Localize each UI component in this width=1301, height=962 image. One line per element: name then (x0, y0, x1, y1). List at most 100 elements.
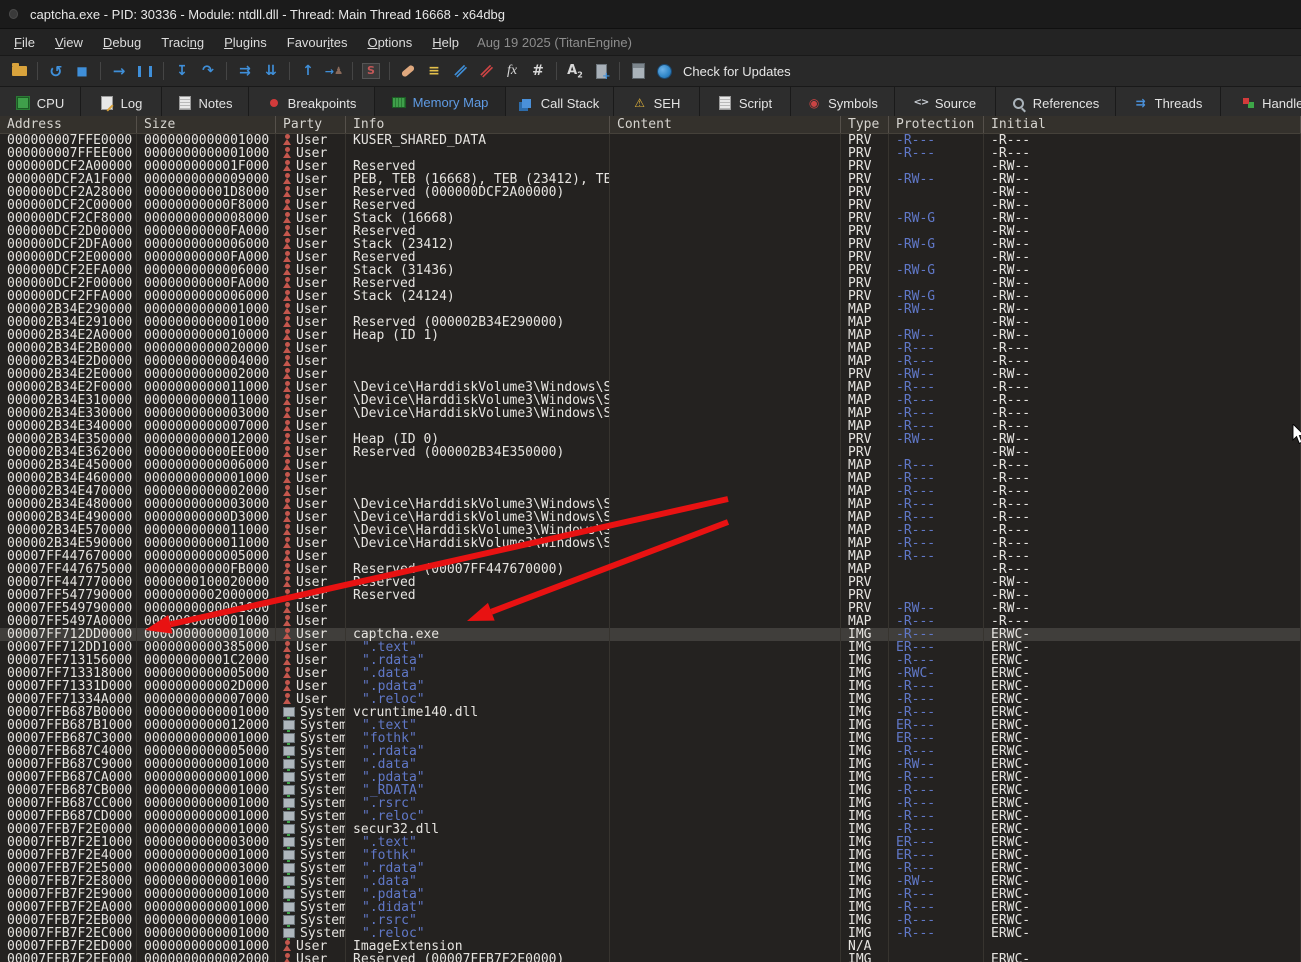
memory-row[interactable]: 000000007FFEE0000000000000001000UserPRV-… (0, 147, 1301, 160)
memory-row[interactable]: 000002B34E2900000000000000001000UserMAP-… (0, 303, 1301, 316)
memory-row[interactable]: 000002B34E3100000000000000011000User\Dev… (0, 394, 1301, 407)
memory-row[interactable]: 00007FF71331D000000000000002D000User".pd… (0, 680, 1301, 693)
memory-row[interactable]: 00007FFB7F2E00000000000000001000Systemse… (0, 823, 1301, 836)
memory-row[interactable]: 000000DCF2D0000000000000000FA000UserRese… (0, 225, 1301, 238)
memory-row[interactable]: 00007FF5497900000000000000001000UserPRV-… (0, 602, 1301, 615)
update-globe-icon[interactable] (652, 60, 676, 82)
tab-handles[interactable]: Handles (1221, 87, 1301, 119)
column-header-info[interactable]: Info (346, 116, 610, 133)
memory-row[interactable]: 00007FFB687C40000000000000005000System".… (0, 745, 1301, 758)
restart-icon[interactable]: ↺ (44, 60, 68, 82)
column-header-initial[interactable]: Initial (984, 116, 1301, 133)
memory-row[interactable]: 00007FFB7F2E90000000000000001000System".… (0, 888, 1301, 901)
memory-row[interactable]: 00007FF5477900000000000002000000UserRese… (0, 589, 1301, 602)
memory-row[interactable]: 000002B34E2A00000000000000010000UserHeap… (0, 329, 1301, 342)
memory-row[interactable]: 00007FFB687C90000000000000001000System".… (0, 758, 1301, 771)
memory-row[interactable]: 00007FFB687B00000000000000001000Systemvc… (0, 706, 1301, 719)
memory-row[interactable]: 000002B34E5900000000000000011000User\Dev… (0, 537, 1301, 550)
memory-row[interactable]: 000002B34E3300000000000000003000User\Dev… (0, 407, 1301, 420)
bookmarks-icon[interactable]: ∥ (474, 60, 498, 82)
memory-row[interactable]: 000002B34E36200000000000000EE000UserRese… (0, 446, 1301, 459)
memory-row[interactable]: 00007FFB687CC0000000000000001000System".… (0, 797, 1301, 810)
menu-view[interactable]: View (45, 32, 93, 53)
memory-row[interactable]: 00007FF71334A0000000000000007000User".re… (0, 693, 1301, 706)
memory-row[interactable]: 00007FFB7F2EC0000000000000001000System".… (0, 927, 1301, 940)
memory-row[interactable]: 00007FFB687CD0000000000000001000System".… (0, 810, 1301, 823)
open-file-icon[interactable] (7, 60, 31, 82)
tab-seh[interactable]: ⚠SEH (614, 87, 700, 119)
memory-row[interactable]: 000000DCF2A00000000000000001F000UserRese… (0, 160, 1301, 173)
memory-row[interactable]: 000002B34E4700000000000000002000UserMAP-… (0, 485, 1301, 498)
memory-row[interactable]: 00007FF5497A00000000000000001000UserMAP-… (0, 615, 1301, 628)
memory-row[interactable]: 00007FFB687CB0000000000000001000System"_… (0, 784, 1301, 797)
check-for-updates-label[interactable]: Check for Updates (683, 64, 791, 79)
column-header-address[interactable]: Address (0, 116, 137, 133)
memory-row[interactable]: 00007FFB687C30000000000000001000System"f… (0, 732, 1301, 745)
column-header-size[interactable]: Size (137, 116, 276, 133)
memory-row[interactable]: 000000DCF2DFA0000000000000006000UserStac… (0, 238, 1301, 251)
memory-row[interactable]: 000002B34E3400000000000000007000UserMAP-… (0, 420, 1301, 433)
memory-row[interactable]: 000002B34E2E00000000000000002000UserPRV-… (0, 368, 1301, 381)
memory-row[interactable]: 00007FFB7F2ED0000000000000001000UserImag… (0, 940, 1301, 953)
memory-row[interactable]: 000002B34E2D00000000000000004000UserMAP-… (0, 355, 1301, 368)
sequence-icon[interactable]: # (526, 60, 550, 82)
menu-favourites[interactable]: Favourites (277, 32, 358, 53)
memory-row[interactable]: 00007FF44767500000000000000FB000UserRese… (0, 563, 1301, 576)
memory-row[interactable]: 000002B34E2B00000000000000020000UserMAP-… (0, 342, 1301, 355)
step-out-icon[interactable]: ⇊ (259, 60, 283, 82)
memory-row[interactable]: 000000DCF2FFA0000000000000006000UserStac… (0, 290, 1301, 303)
memory-row[interactable]: 00007FFB7F2EA0000000000000001000System".… (0, 901, 1301, 914)
memory-row[interactable]: 00007FFB7F2E40000000000000001000System"f… (0, 849, 1301, 862)
tab-call-stack[interactable]: Call Stack (506, 87, 614, 119)
memory-row[interactable]: 000002B34E3500000000000000012000UserHeap… (0, 433, 1301, 446)
memory-row[interactable]: 000002B34E49000000000000000D3000User\Dev… (0, 511, 1301, 524)
memory-row[interactable]: 000000DCF2E0000000000000000FA000UserRese… (0, 251, 1301, 264)
memory-row[interactable]: 00007FF7133180000000000000005000User".da… (0, 667, 1301, 680)
functions-icon[interactable]: fx (500, 60, 524, 82)
memory-row[interactable]: 00007FF4477700000000000100020000UserRese… (0, 576, 1301, 589)
shortcuts-icon[interactable] (589, 60, 613, 82)
tab-notes[interactable]: Notes (162, 87, 249, 119)
tab-symbols[interactable]: ◉Symbols (791, 87, 895, 119)
memory-row[interactable]: 000000DCF2A1F0000000000000009000UserPEB,… (0, 173, 1301, 186)
memory-row[interactable]: 00007FF712DD10000000000000385000User".te… (0, 641, 1301, 654)
pause-icon[interactable] (133, 60, 157, 82)
memory-row[interactable]: 000002B34E2F00000000000000011000User\Dev… (0, 381, 1301, 394)
menu-plugins[interactable]: Plugins (214, 32, 277, 53)
memory-row[interactable]: 00007FF4476700000000000000005000UserMAP-… (0, 550, 1301, 563)
memory-row[interactable]: 000000DCF2EFA0000000000000006000UserStac… (0, 264, 1301, 277)
memory-row[interactable]: 000002B34E4600000000000000001000UserMAP-… (0, 472, 1301, 485)
memory-row[interactable]: 000002B34E4800000000000000003000User\Dev… (0, 498, 1301, 511)
memory-row[interactable]: 000000DCF2C0000000000000000F8000UserRese… (0, 199, 1301, 212)
tab-breakpoints[interactable]: Breakpoints (249, 87, 375, 119)
memory-row[interactable]: 00007FFB7F2E10000000000000003000System".… (0, 836, 1301, 849)
memory-row[interactable]: 000002B34E5700000000000000011000User\Dev… (0, 524, 1301, 537)
run-to-user-code-icon[interactable]: →♟ (322, 60, 346, 82)
memory-row[interactable]: 00007FFB7F2E80000000000000001000System".… (0, 875, 1301, 888)
animate-into-icon[interactable]: ⇉ (233, 60, 257, 82)
menu-file[interactable]: File (4, 32, 45, 53)
tab-log[interactable]: Log (81, 87, 162, 119)
memory-row[interactable]: 00007FFB687B10000000000000012000System".… (0, 719, 1301, 732)
tab-threads[interactable]: ⇉Threads (1116, 87, 1221, 119)
memory-row[interactable]: 00007FFB7F2EB0000000000000001000System".… (0, 914, 1301, 927)
memory-row[interactable]: 000000DCF2CF80000000000000008000UserStac… (0, 212, 1301, 225)
tab-cpu[interactable]: CPU (0, 87, 81, 119)
memory-row[interactable]: 00007FFB687CA0000000000000001000System".… (0, 771, 1301, 784)
tab-memory-map[interactable]: Memory Map (375, 87, 506, 119)
memory-row[interactable]: 00007FFB7F2EE0000000000000002000UserRese… (0, 953, 1301, 962)
tab-source[interactable]: <>Source (895, 87, 996, 119)
memory-row-selected[interactable]: 00007FF712DD00000000000000001000Usercapt… (0, 628, 1301, 641)
memory-row[interactable]: 000000DCF2F0000000000000000FA000UserRese… (0, 277, 1301, 290)
memory-row[interactable]: 000002B34E2910000000000000001000UserRese… (0, 316, 1301, 329)
trace-record-icon[interactable]: S (359, 60, 383, 82)
column-header-type[interactable]: Type (841, 116, 889, 133)
menu-help[interactable]: Help (422, 32, 469, 53)
menu-tracing[interactable]: Tracing (151, 32, 214, 53)
labels-icon[interactable]: ∥ (448, 60, 472, 82)
patches-icon[interactable] (396, 60, 420, 82)
menu-debug[interactable]: Debug (93, 32, 151, 53)
comments-icon[interactable]: ≡ (422, 60, 446, 82)
calculator-icon[interactable] (626, 60, 650, 82)
memory-row[interactable]: 000002B34E4500000000000000006000UserMAP-… (0, 459, 1301, 472)
